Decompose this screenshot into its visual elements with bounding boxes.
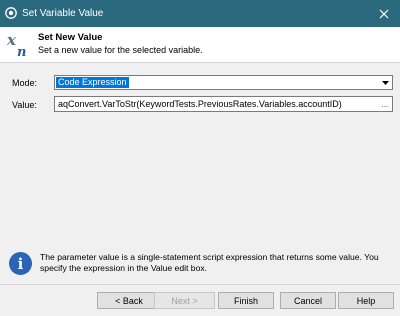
value-label: Value: [12,100,37,110]
mode-selected-value: Code Expression [55,76,130,89]
page-title: Set New Value [38,32,103,43]
svg-text:x: x [6,31,17,49]
variable-logo-icon: x n [5,31,33,60]
back-button[interactable]: < Back [97,292,161,309]
title-bar: Set Variable Value [0,0,400,27]
svg-text:n: n [17,45,26,59]
ellipsis-button[interactable]: ... [378,97,392,111]
close-icon [379,9,388,18]
page-subtitle: Set a new value for the selected variabl… [38,45,203,55]
window-title: Set Variable Value [22,8,104,19]
finish-button[interactable]: Finish [218,292,274,309]
help-button[interactable]: Help [338,292,394,309]
close-button[interactable] [367,0,400,27]
mode-label: Mode: [12,78,38,88]
value-text: aqConvert.VarToStr(KeywordTests.Previous… [58,99,342,109]
value-input[interactable]: aqConvert.VarToStr(KeywordTests.Previous… [54,96,393,112]
dropdown-arrow-icon[interactable] [379,77,391,88]
wizard-header: x n Set New Value Set a new value for th… [0,27,400,63]
info-text: The parameter value is a single-statemen… [40,252,379,273]
footer-divider [0,284,400,285]
cancel-button[interactable]: Cancel [280,292,336,309]
next-button[interactable]: Next > [154,292,215,309]
mode-dropdown[interactable]: Code Expression [54,75,393,90]
info-icon: i [9,252,32,275]
app-icon [5,7,17,19]
